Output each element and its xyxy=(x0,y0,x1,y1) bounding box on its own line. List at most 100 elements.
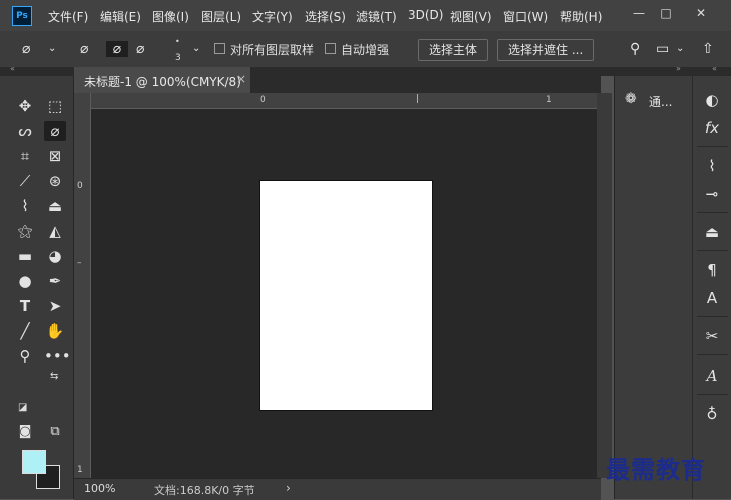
pen-tool-icon[interactable]: ✒ xyxy=(44,271,66,291)
channels-label[interactable]: 通... xyxy=(649,93,672,110)
status-bar: 100% 文档:168.8K/0 字节 › xyxy=(74,478,601,500)
swap-colors-icon[interactable]: ⇆ xyxy=(50,371,58,382)
hand-tool-icon[interactable]: ✋ xyxy=(44,321,66,341)
fx-styles-icon[interactable]: fx xyxy=(702,118,722,138)
document-tab-title: 未标题-1 @ 100%(CMYK/8) xyxy=(84,75,241,89)
menu-bar: Ps 文件(F) 编辑(E) 图像(I) 图层(L) 文字(Y) 选择(S) 滤… xyxy=(0,0,731,31)
clone-source-icon[interactable]: ⏏ xyxy=(702,222,722,242)
menu-edit[interactable]: 编辑(E) xyxy=(100,8,141,25)
tools-preset-icon[interactable]: ✂ xyxy=(702,326,722,346)
sample-all-layers-checkbox[interactable] xyxy=(214,43,225,54)
subtract-selection-brush-icon[interactable]: ⌀ xyxy=(136,41,144,57)
adjustments-icon[interactable]: ◐ xyxy=(702,90,722,110)
vertical-scrollbar[interactable] xyxy=(597,93,612,478)
character-icon[interactable]: A xyxy=(702,288,722,308)
document-info: 文档:168.8K/0 字节 xyxy=(154,484,255,497)
menu-view[interactable]: 视图(V) xyxy=(450,8,492,25)
menu-file[interactable]: 文件(F) xyxy=(48,8,88,25)
menu-3d[interactable]: 3D(D) xyxy=(408,8,443,22)
history-brush-tool-icon[interactable]: ⚝ xyxy=(14,221,36,241)
collapse-right-icon[interactable]: « xyxy=(712,64,717,73)
collapse-left-icon[interactable]: « xyxy=(10,64,15,73)
menu-filter[interactable]: 滤镜(T) xyxy=(356,8,397,25)
ruler-v-one: 1 xyxy=(77,465,83,475)
learn-icon[interactable]: ♁ xyxy=(702,404,722,424)
panel-separator xyxy=(697,146,728,147)
brush-size-value[interactable]: 3 xyxy=(175,53,181,63)
sample-all-layers-label: 对所有图层取样 xyxy=(230,43,315,57)
new-selection-brush-icon[interactable]: ⌀ xyxy=(80,41,88,57)
channels-icon[interactable]: ❁ xyxy=(625,91,637,107)
select-subject-button[interactable]: 选择主体 xyxy=(418,39,489,61)
screen-mode-icon[interactable]: ⧉ xyxy=(44,422,66,442)
photoshop-logo: Ps xyxy=(12,6,32,26)
channels-panel: ❁ 通... xyxy=(614,76,693,499)
healing-brush-tool-icon[interactable]: ⊛ xyxy=(44,171,66,191)
marquee-tool-icon[interactable]: ⬚ xyxy=(44,96,66,116)
workspace-icon[interactable]: ▭ xyxy=(656,41,669,57)
ruler-v-zero: 0 xyxy=(77,181,83,191)
menu-type[interactable]: 文字(Y) xyxy=(252,8,293,25)
blur-tool-icon[interactable]: ◕ xyxy=(44,246,66,266)
menu-window[interactable]: 窗口(W) xyxy=(503,8,548,25)
collapse-mid-icon[interactable]: » xyxy=(676,64,681,73)
type-tool-icon[interactable]: T xyxy=(14,296,36,316)
horizontal-ruler[interactable]: 0 | 1 xyxy=(90,93,597,109)
glyphs-icon[interactable]: A xyxy=(702,366,722,386)
path-selection-tool-icon[interactable]: ➤ xyxy=(44,296,66,316)
move-tool-icon[interactable]: ✥ xyxy=(14,96,36,116)
brush-dot-icon: • xyxy=(175,37,180,46)
add-selection-brush-icon[interactable]: ⌀ xyxy=(106,41,128,57)
right-panel-icons: ◐ fx ⌇ ⊸ ⏏ ¶ A ✂ A ♁ xyxy=(692,76,731,499)
panel-separator xyxy=(697,354,728,355)
panel-separator xyxy=(697,250,728,251)
share-icon[interactable]: ⇧ xyxy=(702,41,714,57)
menu-layer[interactable]: 图层(L) xyxy=(201,8,241,25)
brush-tool-icon[interactable]: ⌇ xyxy=(14,196,36,216)
document-tab[interactable]: 未标题-1 @ 100%(CMYK/8) × xyxy=(74,67,250,93)
status-menu-arrow[interactable]: › xyxy=(286,481,291,495)
menu-help[interactable]: 帮助(H) xyxy=(560,8,602,25)
panel-separator xyxy=(697,316,728,317)
panel-separator xyxy=(697,212,728,213)
quick-select-preset-icon[interactable]: ⌀ xyxy=(22,41,30,57)
brush-dropdown-icon[interactable]: ⌄ xyxy=(192,41,200,57)
eraser-tool-icon[interactable]: ◭ xyxy=(44,221,66,241)
brushes-icon[interactable]: ⊸ xyxy=(702,184,722,204)
auto-enhance-label: 自动增强 xyxy=(341,43,390,57)
paragraph-icon[interactable]: ¶ xyxy=(702,260,722,280)
zoom-tool-icon[interactable]: ⚲ xyxy=(14,346,36,366)
vertical-ruler[interactable]: 0 – 1 xyxy=(74,93,91,478)
ruler-h-zero: 0 xyxy=(260,95,266,105)
more-tools-icon[interactable]: ••• xyxy=(44,346,71,366)
brush-settings-icon[interactable]: ⌇ xyxy=(702,156,722,176)
dodge-tool-icon[interactable]: ● xyxy=(14,271,36,291)
options-bar: ⌀ ⌄ ⌀ ⌀ ⌀ • 3 ⌄ 对所有图层取样 自动增强 选择主体 选择并遮住 … xyxy=(0,31,731,68)
close-tab-button[interactable]: × xyxy=(236,72,246,86)
eyedropper-tool-icon[interactable]: ⟋ xyxy=(14,171,36,191)
lasso-tool-icon[interactable]: ᔕ xyxy=(14,121,36,141)
line-tool-icon[interactable]: ╱ xyxy=(14,321,36,341)
frame-tool-icon[interactable]: ⊠ xyxy=(44,146,66,166)
gradient-tool-icon[interactable]: ▬ xyxy=(14,246,36,266)
workspace-dropdown-icon[interactable]: ⌄ xyxy=(676,41,684,57)
quick-mask-icon[interactable]: ◙ xyxy=(14,422,36,442)
menu-select[interactable]: 选择(S) xyxy=(305,8,346,25)
auto-enhance-checkbox[interactable] xyxy=(325,43,336,54)
search-icon[interactable]: ⚲ xyxy=(630,41,640,57)
menu-image[interactable]: 图像(I) xyxy=(152,8,189,25)
restore-button[interactable]: □ xyxy=(655,4,677,22)
clone-stamp-tool-icon[interactable]: ⏏ xyxy=(44,196,66,216)
panel-separator xyxy=(697,394,728,395)
default-colors-icon[interactable]: ◪ xyxy=(18,402,27,413)
minimize-button[interactable]: — xyxy=(628,4,650,22)
chevron-down-icon[interactable]: ⌄ xyxy=(48,41,56,57)
zoom-level[interactable]: 100% xyxy=(84,482,115,495)
foreground-color-swatch[interactable] xyxy=(22,450,46,474)
crop-tool-icon[interactable]: ⌗ xyxy=(14,146,36,166)
select-and-mask-button[interactable]: 选择并遮住 ... xyxy=(497,39,595,61)
quick-selection-tool-icon[interactable]: ⌀ xyxy=(44,121,66,141)
document-canvas[interactable] xyxy=(259,180,433,411)
ruler-v-mark: – xyxy=(77,258,82,268)
close-window-button[interactable]: ✕ xyxy=(690,4,712,22)
